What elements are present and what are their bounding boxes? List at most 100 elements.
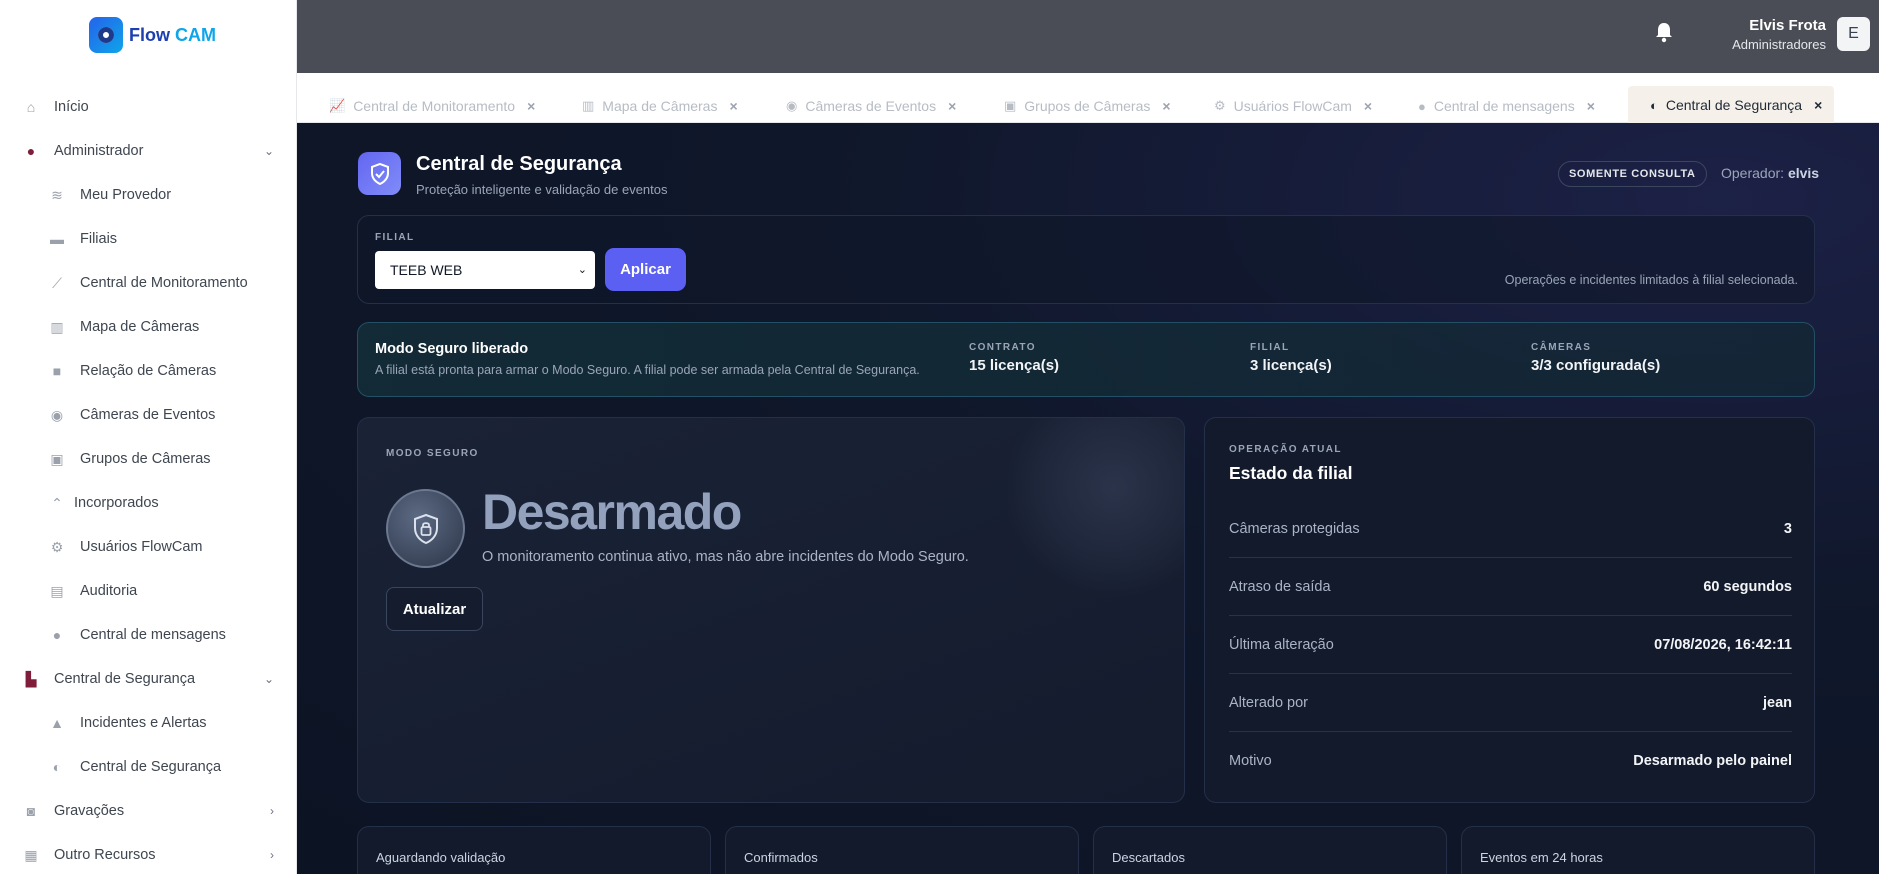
mode-card: MODO SEGURO Desarmado O monitoramento co…: [357, 417, 1185, 803]
operation-card: OPERAÇÃO ATUAL Estado da filial Câmeras …: [1204, 417, 1815, 803]
close-icon[interactable]: ×: [527, 98, 535, 114]
update-button[interactable]: Atualizar: [386, 587, 483, 631]
sidebar-item-label: Central de mensagens: [80, 627, 226, 643]
sidebar-item-central-mensagens[interactable]: ● Central de mensagens: [48, 622, 226, 648]
warning-icon: ▲: [50, 715, 64, 731]
sidebar-item-meu-provedor[interactable]: ≋ Meu Provedor: [48, 182, 171, 208]
brand-logo[interactable]: Flow CAM: [89, 17, 216, 53]
stat-label: CONTRATO: [969, 342, 1036, 353]
row-key: Alterado por: [1229, 694, 1308, 711]
sidebar-item-administrador[interactable]: ● Administrador ⌄: [22, 138, 274, 164]
user-role: Administradores: [1732, 37, 1826, 52]
sidebar-item-cameras-eventos[interactable]: ◉ Câmeras de Eventos: [48, 402, 216, 428]
chat-icon: ●: [1418, 98, 1426, 114]
filial-label: FILIAL: [375, 232, 415, 243]
status-subtitle: A filial está pronta para armar o Modo S…: [375, 363, 920, 377]
tab-central-mensagens[interactable]: ● Central de mensagens ×: [1418, 90, 1595, 122]
summary-card-eventos-24h[interactable]: Eventos em 24 horas: [1461, 826, 1815, 874]
row-key: Atraso de saída: [1229, 578, 1331, 595]
sidebar-item-inicio[interactable]: ⌂ Início: [22, 94, 274, 120]
operator-info: Operador: elvis: [1721, 165, 1820, 181]
summary-card-confirmados[interactable]: Confirmados: [725, 826, 1079, 874]
row-key: Câmeras protegidas: [1229, 520, 1360, 537]
summary-card-label: Confirmados: [744, 850, 818, 865]
row-value: 3: [1783, 520, 1792, 537]
sidebar-item-incorporados[interactable]: ⌃ Incorporados: [48, 490, 159, 516]
summary-card-descartados[interactable]: Descartados: [1093, 826, 1447, 874]
filial-selected-value: TEEB WEB: [390, 262, 463, 278]
close-icon[interactable]: ×: [948, 98, 956, 114]
tab-label: Central de Segurança: [1665, 97, 1803, 113]
sidebar-item-label: Câmeras de Eventos: [80, 407, 216, 423]
shield-icon: ◐: [52, 759, 62, 775]
stat-label: FILIAL: [1250, 342, 1290, 353]
operation-row: Última alteração 07/08/2026, 16:42:11: [1229, 616, 1792, 674]
bell-icon[interactable]: [1654, 21, 1674, 43]
shield-icon: ◐: [1650, 97, 1658, 113]
sidebar: Flow CAM ⌂ Início ● Administrador ⌄ ≋ Me…: [0, 0, 297, 874]
map-icon: ▥: [582, 98, 595, 113]
operation-row: Atraso de saída 60 segundos: [1229, 558, 1792, 616]
summary-card-label: Descartados: [1112, 850, 1185, 865]
tab-cameras-eventos[interactable]: ◉ Câmeras de Eventos ×: [786, 90, 956, 122]
filial-card: FILIAL TEEB WEB ⌄ Aplicar Operações e in…: [357, 215, 1815, 304]
tab-mapa-cameras[interactable]: ▥ Mapa de Câmeras ×: [582, 90, 738, 122]
sidebar-item-label: Início: [54, 99, 89, 115]
sidebar-item-grupos-cameras[interactable]: ▣ Grupos de Câmeras: [48, 446, 210, 472]
chevron-down-icon: ⌄: [263, 672, 274, 686]
tab-central-monitoramento[interactable]: 📈 Central de Monitoramento ×: [329, 90, 535, 122]
filial-select[interactable]: TEEB WEB ⌄: [375, 251, 595, 289]
row-value: 07/08/2026, 16:42:11: [1654, 636, 1792, 653]
tab-label: Usuários FlowCam: [1233, 98, 1352, 114]
tab-label: Central de Monitoramento: [353, 98, 516, 114]
readonly-badge: SOMENTE CONSULTA: [1558, 161, 1707, 187]
user-name[interactable]: Elvis Frota: [1749, 17, 1826, 34]
archive-icon: ▤: [50, 582, 64, 599]
close-icon[interactable]: ×: [1162, 98, 1170, 114]
row-key: Motivo: [1229, 753, 1272, 769]
operation-row: Alterado por jean: [1229, 674, 1792, 732]
tab-central-seguranca[interactable]: ◐ Central de Segurança ×: [1628, 86, 1835, 124]
sidebar-item-label: Central de Monitoramento: [80, 275, 248, 291]
row-key: Última alteração: [1229, 636, 1334, 653]
group-icon: ▣: [50, 450, 64, 467]
close-icon[interactable]: ×: [1364, 98, 1372, 114]
sidebar-item-central-monitoramento[interactable]: ⟋ Central de Monitoramento: [48, 270, 248, 296]
sidebar-item-auditoria[interactable]: ▤ Auditoria: [48, 578, 137, 604]
summary-card-label: Eventos em 24 horas: [1480, 850, 1603, 865]
chevron-down-icon: ⌄: [263, 144, 274, 158]
sidebar-item-mapa-cameras[interactable]: ▥ Mapa de Câmeras: [48, 314, 199, 340]
tab-label: Mapa de Câmeras: [602, 98, 718, 114]
stat-label: CÂMERAS: [1531, 342, 1592, 353]
sidebar-item-label: Gravações: [54, 803, 125, 819]
main-content: Central de Segurança Proteção inteligent…: [297, 123, 1879, 874]
sidebar-item-gravacoes[interactable]: ◙ Gravações ›: [22, 798, 274, 824]
close-icon[interactable]: ×: [729, 98, 737, 114]
filial-note: Operações e incidentes limitados à filia…: [1504, 273, 1798, 287]
page-subtitle: Proteção inteligente e validação de even…: [416, 182, 668, 197]
close-icon[interactable]: ×: [1587, 98, 1595, 114]
sidebar-item-relacao-cameras[interactable]: ■ Relação de Câmeras: [48, 358, 216, 384]
sidebar-item-label: Incidentes e Alertas: [80, 715, 207, 731]
apply-button[interactable]: Aplicar: [605, 248, 686, 291]
sidebar-item-central-seguranca-group[interactable]: ▙ Central de Segurança ⌄: [22, 666, 274, 692]
sidebar-item-outro-recursos[interactable]: ▦ Outro Recursos ›: [22, 842, 274, 868]
avatar[interactable]: E: [1837, 17, 1870, 51]
mode-label: MODO SEGURO: [386, 448, 479, 459]
tab-grupos-cameras[interactable]: ▣ Grupos de Câmeras ×: [1004, 90, 1171, 122]
chevron-right-icon: ›: [270, 804, 274, 818]
stat-value: 3 licença(s): [1250, 357, 1332, 374]
sidebar-item-filiais[interactable]: ▬ Filiais: [48, 226, 117, 252]
summary-card-aguardando[interactable]: Aguardando validação: [357, 826, 711, 874]
close-icon[interactable]: ×: [1814, 97, 1822, 113]
logo-icon: [89, 17, 123, 53]
camera-icon: ◙: [26, 803, 36, 819]
sidebar-item-incidentes-alertas[interactable]: ▲ Incidentes e Alertas: [48, 710, 207, 736]
stat-cameras: CÂMERAS 3/3 configurada(s): [1531, 342, 1660, 374]
decorative-glow: [1004, 418, 1184, 598]
sidebar-item-usuarios-flowcam[interactable]: ⚙ Usuários FlowCam: [48, 534, 203, 560]
chevron-down-icon: ⌄: [577, 264, 587, 276]
sidebar-item-central-seguranca[interactable]: ◐ Central de Segurança: [48, 754, 221, 780]
tab-usuarios-flowcam[interactable]: ⚙ Usuários FlowCam ×: [1214, 90, 1372, 122]
tab-label: Câmeras de Eventos: [805, 98, 937, 114]
